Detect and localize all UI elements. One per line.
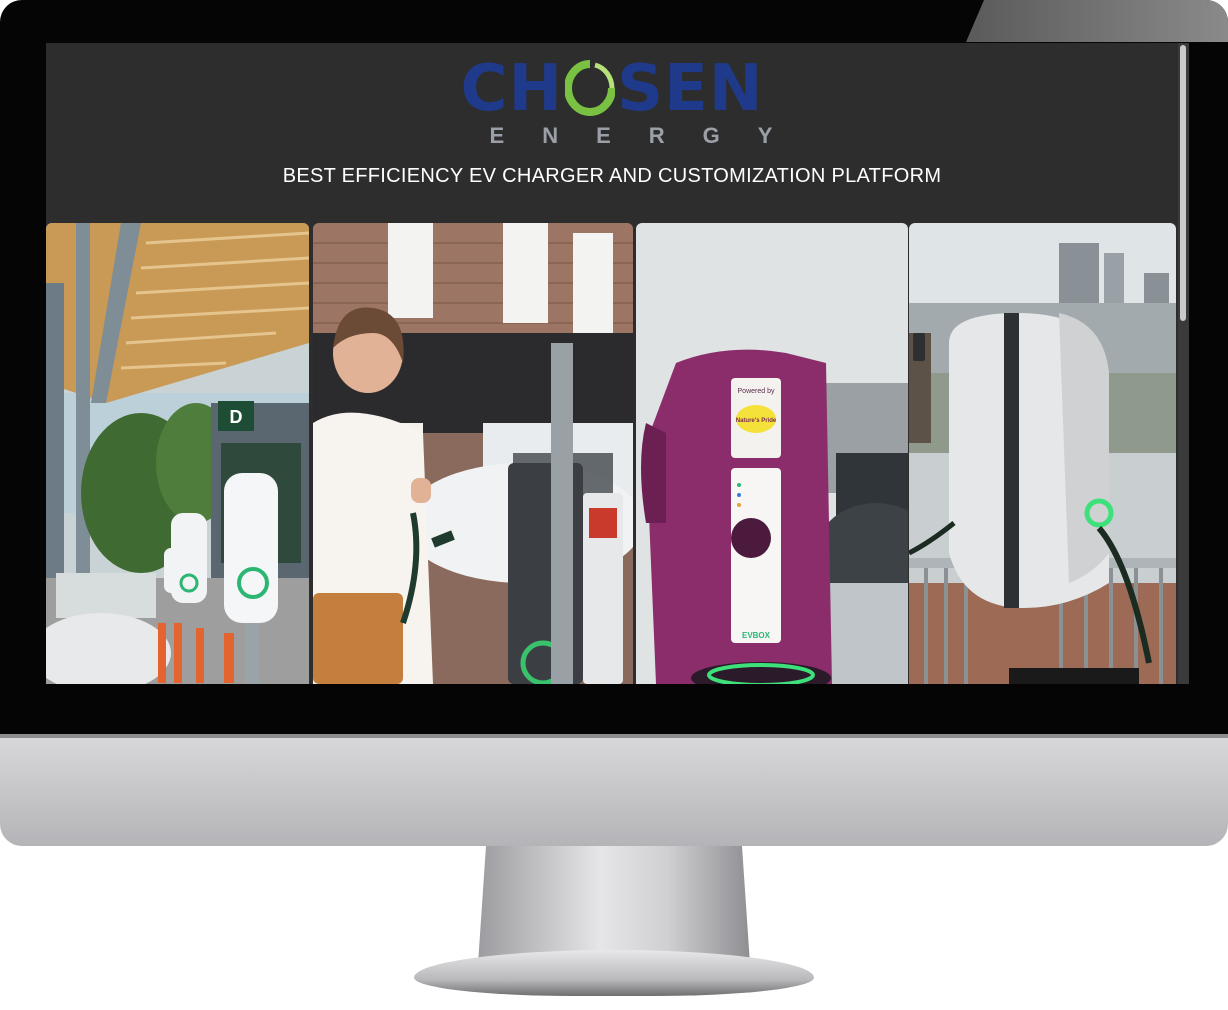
monitor-chin [0, 734, 1228, 846]
woman-charging-photo[interactable] [313, 223, 633, 684]
website-screen: CH SEN ENERGY BEST EFFICIENCY EV CHARGER … [46, 43, 1189, 684]
station-sign-letter: D [230, 407, 243, 427]
monitor-chin-divider [0, 734, 1228, 738]
charger-powered-text: Powered by [738, 388, 775, 395]
station-canopy-photo[interactable]: D [46, 223, 309, 684]
monitor-stand-foot [414, 950, 814, 996]
scrollbar-thumb[interactable] [1180, 45, 1186, 321]
page-scrollbar[interactable] [1178, 43, 1189, 684]
monitor-stand-neck [478, 846, 750, 964]
logo-ring-icon [564, 57, 617, 116]
evbox-label: EVBOX [742, 631, 771, 640]
wall-charger-city-photo[interactable] [909, 223, 1176, 684]
brand-logo[interactable]: CH SEN [46, 51, 1178, 127]
logo-subtitle: ENERGY [489, 123, 811, 148]
logo-text-part1: CH [460, 52, 564, 126]
purple-charger-photo[interactable]: Powered by Nature's Pride EVBOX [636, 223, 908, 684]
monitor-gloss [966, 0, 1228, 42]
charger-brand-logo: Nature's Pride [736, 418, 777, 424]
logo-text-part2: SEN [617, 52, 764, 126]
hero-tagline: BEST EFFICIENCY EV CHARGER AND CUSTOMIZA… [282, 165, 942, 187]
